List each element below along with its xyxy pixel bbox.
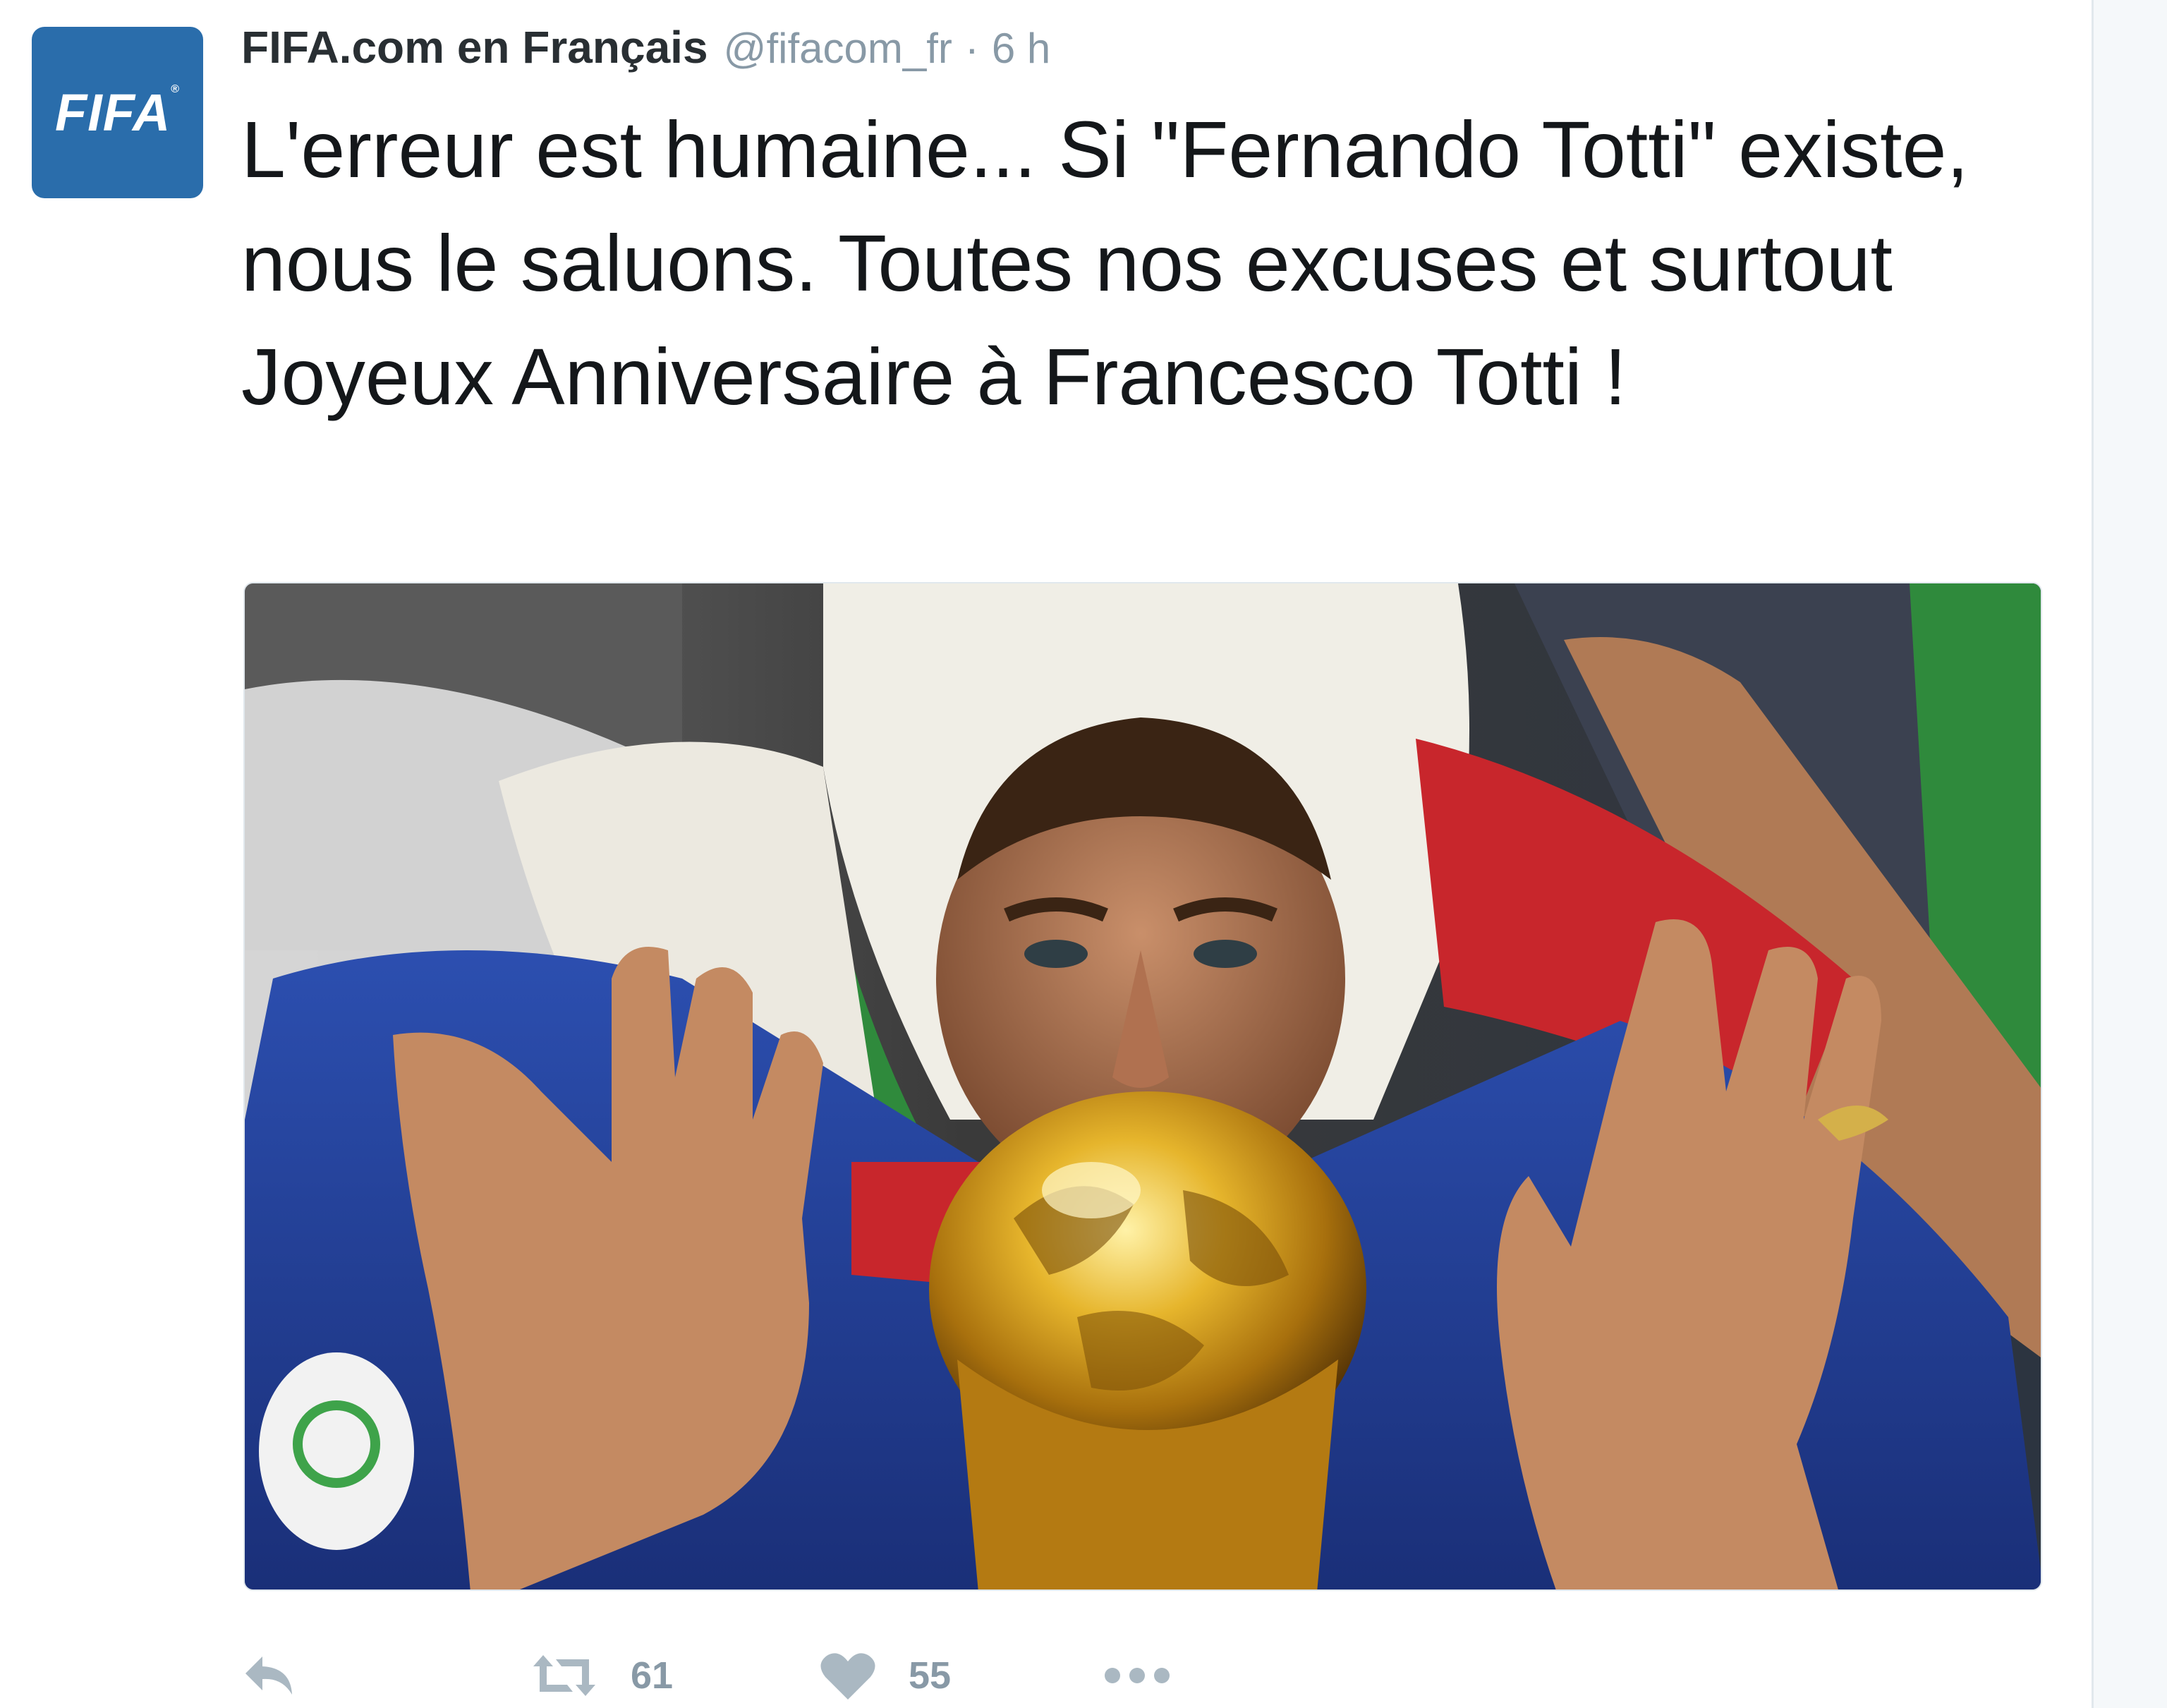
- header-separator: ·: [964, 25, 979, 72]
- more-button[interactable]: [1102, 1644, 1172, 1707]
- tweet-text: L'erreur est humaine... Si "Fernando Tot…: [241, 105, 1969, 421]
- like-button[interactable]: 55: [820, 1644, 951, 1707]
- more-dots-icon: [1102, 1665, 1172, 1686]
- display-name[interactable]: FIFA.com en Français: [241, 21, 708, 73]
- tweet: FIFA® FIFA.com en Français @fifacom_fr ·…: [0, 0, 2092, 1708]
- retweet-icon: [530, 1651, 598, 1700]
- retweet-button[interactable]: 61: [530, 1644, 673, 1707]
- tweet-header: FIFA.com en Français @fifacom_fr · 6 h: [241, 21, 1050, 78]
- user-handle[interactable]: @fifacom_fr: [724, 24, 952, 73]
- heart-icon: [820, 1650, 876, 1701]
- right-column-edge: [2092, 0, 2167, 1708]
- tweet-photo[interactable]: [243, 582, 2042, 1591]
- like-count: 55: [909, 1654, 952, 1697]
- retweet-count: 61: [631, 1654, 674, 1697]
- sleeve-badge: [259, 1352, 414, 1550]
- reply-button[interactable]: [241, 1644, 298, 1707]
- fifa-logo: FIFA®: [54, 83, 181, 142]
- avatar[interactable]: FIFA®: [32, 27, 203, 198]
- reply-icon: [241, 1651, 298, 1700]
- tweet-actions: 61 55: [241, 1644, 1229, 1707]
- timestamp[interactable]: 6 h: [992, 24, 1050, 73]
